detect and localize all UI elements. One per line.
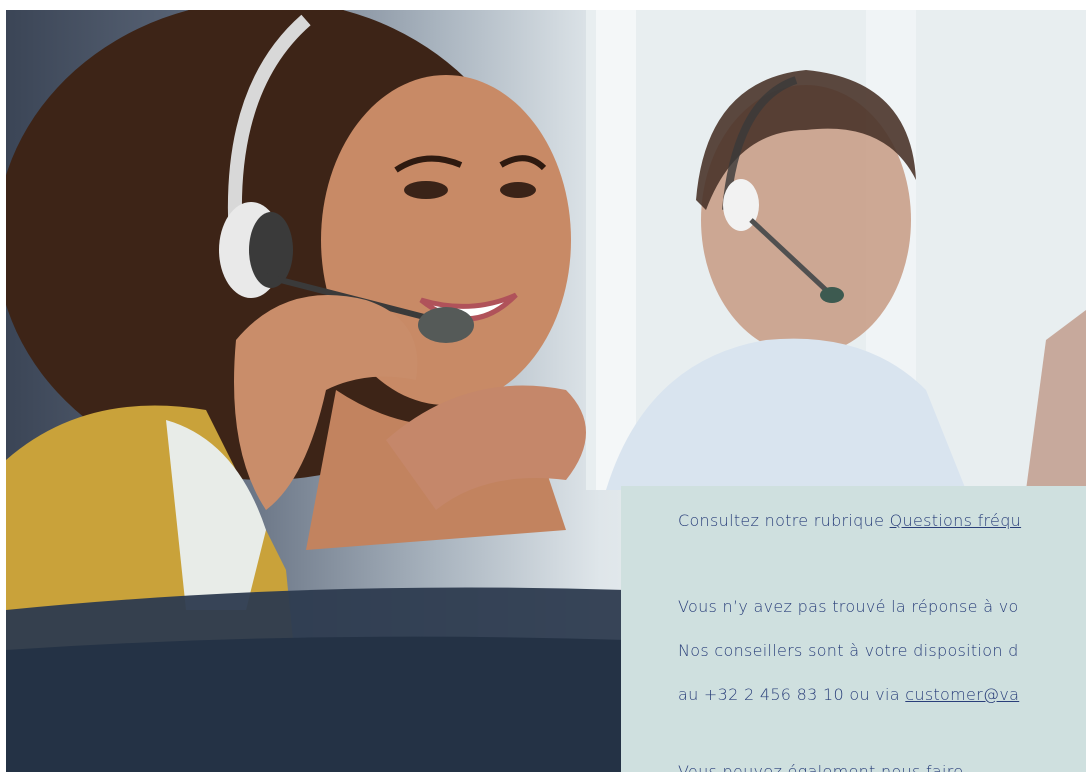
contact-text-line: au +32 2 456 83 10 ou via customer@va <box>678 685 1019 704</box>
faq-text-line: Consultez notre rubrique Questions fréqu <box>678 511 1021 530</box>
advisors-text: Nos conseillers sont à votre disposition… <box>678 641 1019 660</box>
faq-link[interactable]: Questions fréqu <box>890 511 1021 530</box>
page: Consultez notre rubrique Questions fréqu… <box>0 0 1086 772</box>
phone-text: au +32 2 456 83 10 ou via <box>678 685 906 704</box>
faq-intro-text: Consultez notre rubrique <box>678 511 890 530</box>
no-answer-text: Vous n’y avez pas trouvé la réponse à vo <box>678 597 1019 616</box>
contact-info-card: Consultez notre rubrique Questions fréqu… <box>621 486 1086 772</box>
email-link[interactable]: customer@va <box>905 685 1019 704</box>
additional-text: Vous pouvez également nous faire <box>678 762 964 772</box>
